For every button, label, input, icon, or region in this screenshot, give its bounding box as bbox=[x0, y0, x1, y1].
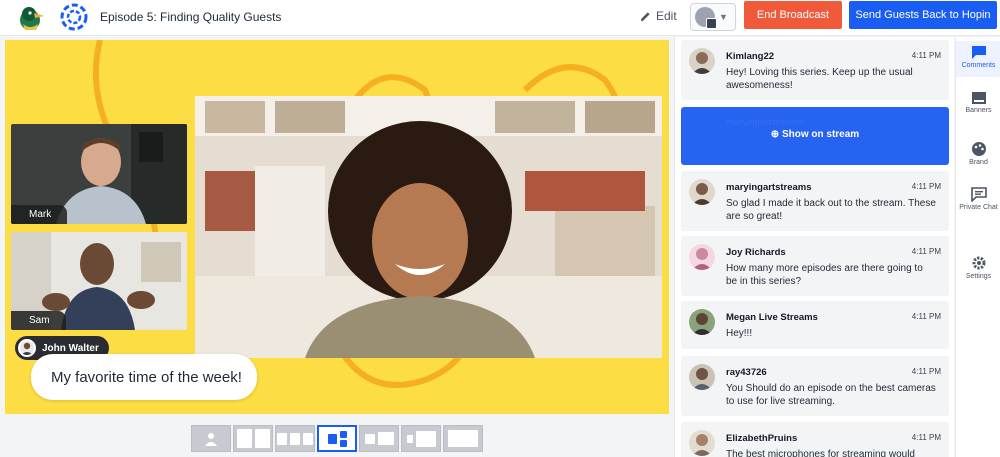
side-rail: Comments Banners Brand Private Chat Sett… bbox=[955, 37, 1000, 457]
layout-block-icon bbox=[415, 430, 436, 447]
host-avatar-dropdown[interactable]: ▼ bbox=[690, 3, 736, 31]
layout-solo-button[interactable] bbox=[191, 425, 231, 452]
avatar bbox=[689, 179, 715, 205]
rail-banners-label: Banners bbox=[965, 107, 992, 114]
show-on-stream-button[interactable]: ⊕ Show on stream bbox=[681, 129, 949, 140]
layout-block-icon bbox=[254, 429, 270, 448]
rail-private-chat-label: Private Chat bbox=[959, 204, 998, 211]
gear-icon bbox=[972, 256, 985, 270]
comment-text: Hey! Loving this series. Keep up the usu… bbox=[726, 67, 913, 91]
duck-logo-icon[interactable] bbox=[14, 4, 46, 32]
avatar bbox=[689, 309, 715, 335]
layout-block-icon bbox=[406, 434, 413, 443]
layout-block-icon bbox=[364, 433, 375, 444]
send-guests-back-button[interactable]: Send Guests Back to Hopin bbox=[849, 1, 997, 29]
rail-brand-tab[interactable]: Brand bbox=[956, 141, 1000, 175]
comment-time: 4:11 PM bbox=[911, 433, 941, 442]
layout-block-icon bbox=[277, 432, 287, 445]
rail-brand-label: Brand bbox=[969, 159, 988, 166]
edit-button[interactable]: Edit bbox=[640, 9, 677, 23]
layout-block-icon bbox=[236, 429, 252, 448]
avatar bbox=[689, 430, 715, 456]
comment-time: 4:11 PM bbox=[911, 312, 941, 321]
camera-label-sam: Sam bbox=[11, 311, 66, 330]
camera-label-mark: Mark bbox=[11, 205, 68, 224]
comment-text: So glad I made it back out to the stream… bbox=[726, 198, 936, 222]
avatar bbox=[18, 339, 36, 357]
comment-author: Kimlang22 bbox=[726, 51, 775, 62]
comment-text: How many more episodes are there going t… bbox=[726, 263, 923, 287]
guest-camera-mark[interactable]: Mark bbox=[11, 124, 187, 224]
episode-title: Episode 5: Finding Quality Guests bbox=[100, 10, 282, 24]
comment-text: The best microphones for streaming would bbox=[726, 449, 915, 457]
comment-author: ray43726 bbox=[726, 367, 767, 378]
rail-settings-label: Settings bbox=[965, 273, 992, 280]
guest-camera-sam[interactable]: Sam bbox=[11, 232, 187, 330]
show-on-stream-label: Show on stream bbox=[781, 129, 860, 140]
edit-label: Edit bbox=[656, 9, 677, 23]
person-icon bbox=[205, 432, 217, 446]
rail-comments-label: Comments bbox=[961, 62, 996, 69]
comment-text: Hey!!! bbox=[726, 328, 753, 339]
avatar bbox=[689, 48, 715, 74]
main-guest-video[interactable] bbox=[195, 96, 662, 358]
top-bar: Episode 5: Finding Quality Guests Edit ▼… bbox=[0, 0, 1000, 36]
layout-block-icon bbox=[339, 430, 347, 438]
swirl-logo-icon[interactable] bbox=[60, 3, 88, 31]
comment-item[interactable]: Kimlang22 4:11 PM Hey! Loving this serie… bbox=[681, 40, 949, 100]
layout-block-icon bbox=[377, 432, 394, 445]
rail-private-chat-tab[interactable]: Private Chat bbox=[956, 187, 1000, 227]
rail-comments-tab[interactable]: Comments bbox=[956, 41, 1000, 77]
layout-thumbnail-button[interactable] bbox=[401, 425, 441, 452]
comment-time: 4:11 PM bbox=[911, 367, 941, 376]
layout-fullscreen-button[interactable] bbox=[443, 425, 483, 452]
overlay-comment-author: maryingartstreams bbox=[726, 117, 805, 128]
comment-item[interactable]: Megan Live Streams 4:11 PM Hey!!! bbox=[681, 301, 949, 349]
broadcast-stage: Mark Sam John Walter My favorite time of… bbox=[5, 40, 669, 414]
layout-block-icon bbox=[339, 439, 347, 447]
comment-item[interactable]: maryingartstreams 4:11 PM So glad I made… bbox=[681, 171, 949, 231]
avatar bbox=[689, 364, 715, 390]
pencil-icon bbox=[640, 11, 650, 21]
comment-author: ElizabethPruins bbox=[726, 433, 798, 444]
speaker-name: John Walter bbox=[42, 342, 99, 354]
layout-picker bbox=[191, 425, 483, 452]
avatar bbox=[689, 244, 715, 270]
layout-block-icon bbox=[290, 432, 300, 445]
comment-bubble-icon bbox=[971, 46, 986, 59]
comment-author: Megan Live Streams bbox=[726, 312, 818, 323]
layout-grid-button[interactable] bbox=[275, 425, 315, 452]
show-on-stream-overlay[interactable]: maryingartstreams ⊕ Show on stream bbox=[681, 107, 949, 165]
comment-author: Joy Richards bbox=[726, 247, 786, 258]
end-broadcast-button[interactable]: End Broadcast bbox=[744, 1, 842, 29]
comment-time: 4:11 PM bbox=[911, 182, 941, 191]
comment-time: 4:11 PM bbox=[911, 51, 941, 60]
avatar bbox=[695, 7, 717, 29]
comments-panel: Kimlang22 4:11 PM Hey! Loving this serie… bbox=[674, 37, 954, 457]
on-stream-banner: My favorite time of the week! bbox=[31, 354, 257, 400]
layout-block-icon bbox=[327, 433, 337, 444]
comment-item[interactable]: ray43726 4:11 PM You Should do an episod… bbox=[681, 356, 949, 416]
chat-icon bbox=[970, 187, 987, 202]
comment-author: maryingartstreams bbox=[726, 182, 812, 193]
layout-picture-in-picture-button[interactable] bbox=[359, 425, 399, 452]
comment-item[interactable]: ElizabethPruins 4:11 PM The best microph… bbox=[681, 422, 949, 457]
guest-video-frame bbox=[195, 96, 662, 358]
rail-banners-tab[interactable]: Banners bbox=[956, 91, 1000, 125]
rail-settings-tab[interactable]: Settings bbox=[956, 255, 1000, 289]
layout-side-by-side-button[interactable] bbox=[233, 425, 273, 452]
layout-block-icon bbox=[448, 430, 478, 447]
layout-leader-button[interactable] bbox=[317, 425, 357, 452]
comment-item[interactable]: Joy Richards 4:11 PM How many more episo… bbox=[681, 236, 949, 296]
comment-time: 4:11 PM bbox=[911, 247, 941, 256]
layout-stack bbox=[339, 430, 347, 447]
comment-text: You Should do an episode on the best cam… bbox=[726, 383, 936, 407]
layout-block-icon bbox=[303, 432, 313, 445]
chevron-down-icon: ▼ bbox=[719, 12, 728, 22]
plus-circle-icon: ⊕ bbox=[770, 129, 780, 140]
palette-icon bbox=[971, 142, 986, 156]
banner-icon bbox=[971, 92, 986, 104]
